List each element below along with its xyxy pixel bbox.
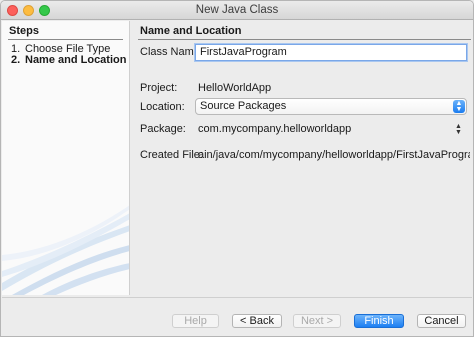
dropdown-arrows-icon: ▲ ▼	[453, 100, 465, 113]
panel-heading: Name and Location	[140, 25, 242, 37]
window-title: New Java Class	[195, 4, 279, 16]
next-button[interactable]: Next >	[293, 314, 341, 328]
created-file-value: ain/java/com/mycompany/helloworldapp/Fir…	[198, 149, 470, 161]
title-bar: New Java Class	[1, 1, 473, 20]
panel-divider	[138, 39, 471, 40]
button-bar-divider	[2, 297, 472, 298]
cancel-button[interactable]: Cancel	[417, 314, 466, 328]
step-name-and-location: 2. Name and Location	[11, 54, 126, 66]
wizard-swoosh-graphic	[2, 205, 129, 295]
package-select[interactable]: com.mycompany.helloworldapp ▲ ▼	[193, 121, 467, 138]
step-label: Name and Location	[25, 54, 127, 66]
back-button[interactable]: < Back	[232, 314, 282, 328]
package-label: Package:	[140, 123, 186, 135]
class-name-label: Class Name:	[140, 46, 203, 58]
step-number: 2.	[11, 54, 21, 66]
package-value: com.mycompany.helloworldapp	[198, 123, 352, 135]
steps-panel: Steps 1. Choose File Type 2. Name and Loca…	[2, 21, 130, 295]
location-selected-value: Source Packages	[200, 100, 287, 112]
project-value: HelloWorldApp	[198, 82, 272, 94]
help-button[interactable]: Help	[172, 314, 219, 328]
name-and-location-panel: Name and Location Class Name: FirstJavaP…	[134, 21, 473, 295]
project-label: Project:	[140, 82, 178, 94]
new-java-class-dialog: New Java Class Steps 1. Choose File Type …	[0, 0, 474, 337]
steps-heading: Steps	[9, 25, 39, 37]
steps-divider	[8, 39, 123, 40]
location-label: Location:	[140, 101, 185, 113]
location-select[interactable]: Source Packages ▲ ▼	[195, 98, 467, 115]
class-name-input[interactable]: FirstJavaProgram	[195, 44, 467, 61]
finish-button[interactable]: Finish	[354, 314, 404, 328]
dropdown-arrows-icon: ▲ ▼	[455, 123, 462, 136]
